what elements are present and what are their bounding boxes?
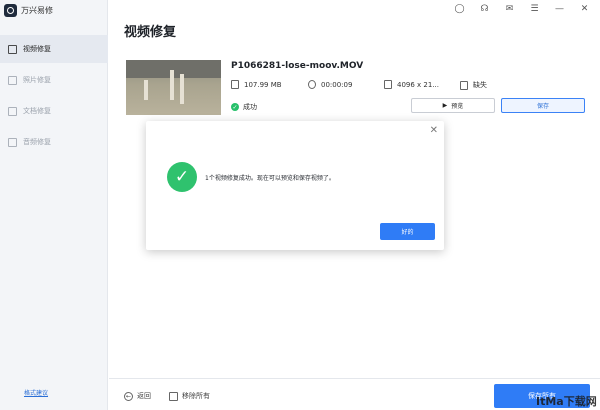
mail-icon[interactable]: ✉ [504,3,515,14]
file-duration: 00:00:09 [308,80,352,89]
thumbnail-figure [170,70,174,100]
back-button[interactable]: ← 返回 [124,391,151,401]
minimize-icon[interactable]: — [554,3,565,14]
sidebar-item-audio-repair[interactable]: 音频修复 [0,128,108,156]
preview-button[interactable]: ▶ 预览 [411,98,495,113]
file-resolution-value: 4096 x 21... [397,80,439,89]
file-audio: 缺失 [460,80,487,90]
app-name: 万兴易修 [21,5,53,15]
sidebar-item-photo-repair[interactable]: 照片修复 [0,66,108,94]
status-text: 成功 [243,103,257,111]
file-icon [231,80,239,89]
file-duration-value: 00:00:09 [321,80,353,89]
remove-all-label: 移除所有 [182,392,210,400]
sidebar: 万兴易修 视频修复 照片修复 文档修复 音频修复 格式建议 [0,0,108,410]
video-thumbnail [126,60,221,115]
video-icon [8,44,17,54]
dialog-ok-button[interactable]: 好的 [380,223,435,240]
dialog-message: 1个视频修复成功。现在可以预览和保存视频了。 [205,175,335,182]
success-icon: ✓ [231,103,239,111]
success-dialog: ✕ ✓ 1个视频修复成功。现在可以预览和保存视频了。 好的 [146,121,444,250]
image-icon [8,75,17,85]
repair-status: ✓ 成功 [231,102,257,112]
back-icon: ← [124,391,133,401]
headset-icon[interactable]: ☊ [479,3,490,14]
sidebar-item-label: 照片修复 [23,76,51,84]
menu-icon[interactable]: ☰ [529,3,540,14]
sidebar-item-video-repair[interactable]: 视频修复 [0,35,108,63]
remove-all-button[interactable]: 移除所有 [169,391,210,401]
watermark: ItMa下载网 [536,395,597,408]
user-icon[interactable]: ◯ [454,3,465,14]
sidebar-item-label: 音频修复 [23,138,51,146]
preview-label: 预览 [451,103,464,110]
format-suggestion-link[interactable]: 格式建议 [24,388,48,397]
app-window: 万兴易修 视频修复 照片修复 文档修复 音频修复 格式建议 ◯ ☊ ✉ ☰ — … [0,0,600,410]
file-size: 107.99 MB [231,80,282,89]
thumbnail-figure [180,74,184,104]
resolution-icon [384,80,392,89]
play-icon: ▶ [442,102,448,109]
close-icon[interactable]: ✕ [579,3,590,14]
app-logo-icon [4,3,17,17]
sidebar-item-document-repair[interactable]: 文档修复 [0,97,108,125]
success-check-icon: ✓ [167,162,197,192]
sidebar-nav: 视频修复 照片修复 文档修复 音频修复 [0,35,108,159]
thumbnail-figure [144,80,148,100]
trash-icon [169,391,178,401]
dialog-close-icon[interactable]: ✕ [430,125,438,136]
audio-icon [8,137,17,147]
title-bar-controls: ◯ ☊ ✉ ☰ — ✕ [454,3,590,14]
file-audio-value: 缺失 [473,81,487,89]
file-resolution: 4096 x 21... [384,80,439,89]
brand: 万兴易修 [4,2,53,18]
back-label: 返回 [137,392,151,400]
page-title: 视频修复 [124,25,177,40]
sidebar-item-label: 视频修复 [23,45,51,53]
audio-track-icon [460,80,468,90]
save-button[interactable]: 保存 [501,98,585,113]
document-icon [8,106,17,116]
file-name: P1066281-lose-moov.MOV [231,61,364,71]
clock-icon [308,80,316,89]
file-size-value: 107.99 MB [244,80,282,89]
sidebar-item-label: 文档修复 [23,107,51,115]
